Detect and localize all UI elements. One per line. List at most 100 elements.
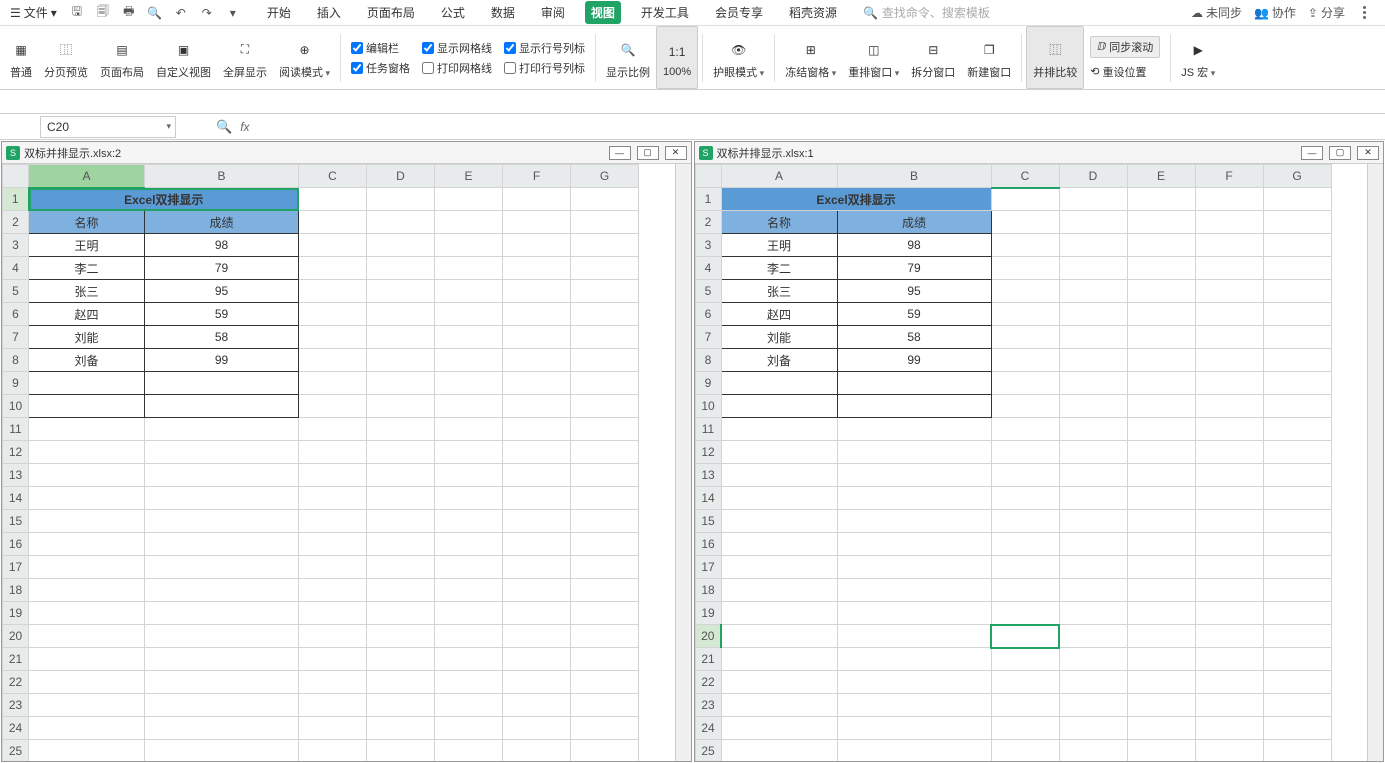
column-header-G[interactable]: G	[571, 165, 639, 188]
cell-E18[interactable]	[435, 579, 503, 602]
cell-F7[interactable]	[1195, 326, 1263, 349]
cell-C24[interactable]	[991, 717, 1059, 740]
cell-B10[interactable]	[145, 395, 299, 418]
fullscreen-button[interactable]: ⛶ 全屏显示	[217, 26, 273, 89]
row-header-16[interactable]: 16	[695, 533, 721, 556]
cell-C25[interactable]	[299, 740, 367, 762]
cell-B9[interactable]	[837, 372, 991, 395]
cell-G6[interactable]	[571, 303, 639, 326]
tab-member[interactable]: 会员专享	[709, 1, 769, 24]
cell-A10[interactable]	[721, 395, 837, 418]
cell-C13[interactable]	[299, 464, 367, 487]
cell-B24[interactable]	[145, 717, 299, 740]
column-header-F[interactable]: F	[1195, 165, 1263, 188]
cell-F25[interactable]	[1195, 740, 1263, 762]
zoom-button[interactable]: 🔍 显示比例	[600, 26, 656, 89]
select-all-corner[interactable]	[695, 165, 721, 188]
column-header-E[interactable]: E	[435, 165, 503, 188]
page-layout-button[interactable]: ▤ 页面布局	[94, 26, 150, 89]
cell-E12[interactable]	[435, 441, 503, 464]
cell-F5[interactable]	[1195, 280, 1263, 303]
cell-A12[interactable]	[29, 441, 145, 464]
cell-F17[interactable]	[503, 556, 571, 579]
cell-C1[interactable]	[299, 188, 367, 211]
cell-A7[interactable]: 刘能	[29, 326, 145, 349]
cell-F9[interactable]	[1195, 372, 1263, 395]
cell-A23[interactable]	[721, 694, 837, 717]
custom-view-button[interactable]: ▣ 自定义视图	[150, 26, 217, 89]
cell-D5[interactable]	[367, 280, 435, 303]
row-header-22[interactable]: 22	[3, 671, 29, 694]
cell-B22[interactable]	[145, 671, 299, 694]
command-search[interactable]: 🔍 查找命令、搜索模板	[863, 4, 1191, 21]
cell-B7[interactable]: 58	[837, 326, 991, 349]
cell-F18[interactable]	[503, 579, 571, 602]
row-header-13[interactable]: 13	[3, 464, 29, 487]
cell-D24[interactable]	[367, 717, 435, 740]
cell-D19[interactable]	[1059, 602, 1127, 625]
cell-F1[interactable]	[503, 188, 571, 211]
cell-D6[interactable]	[1059, 303, 1127, 326]
cell-E1[interactable]	[1127, 188, 1195, 211]
cell-F18[interactable]	[1195, 579, 1263, 602]
chk-formula-bar[interactable]: 编辑栏	[351, 40, 410, 56]
cell-B17[interactable]	[145, 556, 299, 579]
tab-start[interactable]: 开始	[261, 1, 297, 24]
cell-D14[interactable]	[1059, 487, 1127, 510]
cell-F25[interactable]	[503, 740, 571, 762]
row-header-18[interactable]: 18	[3, 579, 29, 602]
cell-A21[interactable]	[29, 648, 145, 671]
cell-E4[interactable]	[1127, 257, 1195, 280]
print-preview-icon[interactable]: 🔍	[147, 5, 163, 21]
cell-G15[interactable]	[571, 510, 639, 533]
cell-G14[interactable]	[571, 487, 639, 510]
formula-bar[interactable]: 🔍 fx	[216, 119, 250, 135]
row-header-23[interactable]: 23	[695, 694, 721, 717]
cell-D16[interactable]	[1059, 533, 1127, 556]
cell-B22[interactable]	[837, 671, 991, 694]
cell-C11[interactable]	[299, 418, 367, 441]
save-icon[interactable]: 🖫	[69, 5, 85, 21]
row-header-22[interactable]: 22	[695, 671, 721, 694]
cell-B13[interactable]	[145, 464, 299, 487]
cell-G16[interactable]	[571, 533, 639, 556]
cell-B19[interactable]	[145, 602, 299, 625]
chk-headings-input[interactable]	[504, 42, 516, 54]
page-break-preview-button[interactable]: ⿲ 分页预览	[38, 26, 94, 89]
cell-B3[interactable]: 98	[837, 234, 991, 257]
cell-E6[interactable]	[1127, 303, 1195, 326]
cell-C16[interactable]	[299, 533, 367, 556]
cell-B10[interactable]	[837, 395, 991, 418]
row-header-1[interactable]: 1	[695, 188, 721, 211]
cell-F21[interactable]	[1195, 648, 1263, 671]
cell-F21[interactable]	[503, 648, 571, 671]
cell-C24[interactable]	[299, 717, 367, 740]
row-header-14[interactable]: 14	[3, 487, 29, 510]
cell-B19[interactable]	[837, 602, 991, 625]
cell-B14[interactable]	[837, 487, 991, 510]
cell-F3[interactable]	[1195, 234, 1263, 257]
chevron-down-icon[interactable]: ▾	[225, 5, 241, 21]
print-icon[interactable]: 🖶	[121, 5, 137, 21]
cell-F8[interactable]	[503, 349, 571, 372]
cell-F19[interactable]	[1195, 602, 1263, 625]
cell-G18[interactable]	[571, 579, 639, 602]
cell-E8[interactable]	[1127, 349, 1195, 372]
cell-D8[interactable]	[367, 349, 435, 372]
split-window-button[interactable]: ⊟ 拆分窗口	[905, 26, 961, 89]
cell-G19[interactable]	[571, 602, 639, 625]
cell-A25[interactable]	[721, 740, 837, 762]
cell-C12[interactable]	[299, 441, 367, 464]
cell-F24[interactable]	[1195, 717, 1263, 740]
chk-taskpane[interactable]: 任务窗格	[351, 60, 410, 76]
cell-C19[interactable]	[991, 602, 1059, 625]
cell-G9[interactable]	[1263, 372, 1331, 395]
row-header-5[interactable]: 5	[695, 280, 721, 303]
share-button[interactable]: ⇪分享	[1308, 4, 1345, 21]
cell-B21[interactable]	[145, 648, 299, 671]
cell-A14[interactable]	[721, 487, 837, 510]
cell-D15[interactable]	[367, 510, 435, 533]
cell-A4[interactable]: 李二	[721, 257, 837, 280]
cell-C7[interactable]	[991, 326, 1059, 349]
fx-icon[interactable]: fx	[240, 120, 249, 134]
